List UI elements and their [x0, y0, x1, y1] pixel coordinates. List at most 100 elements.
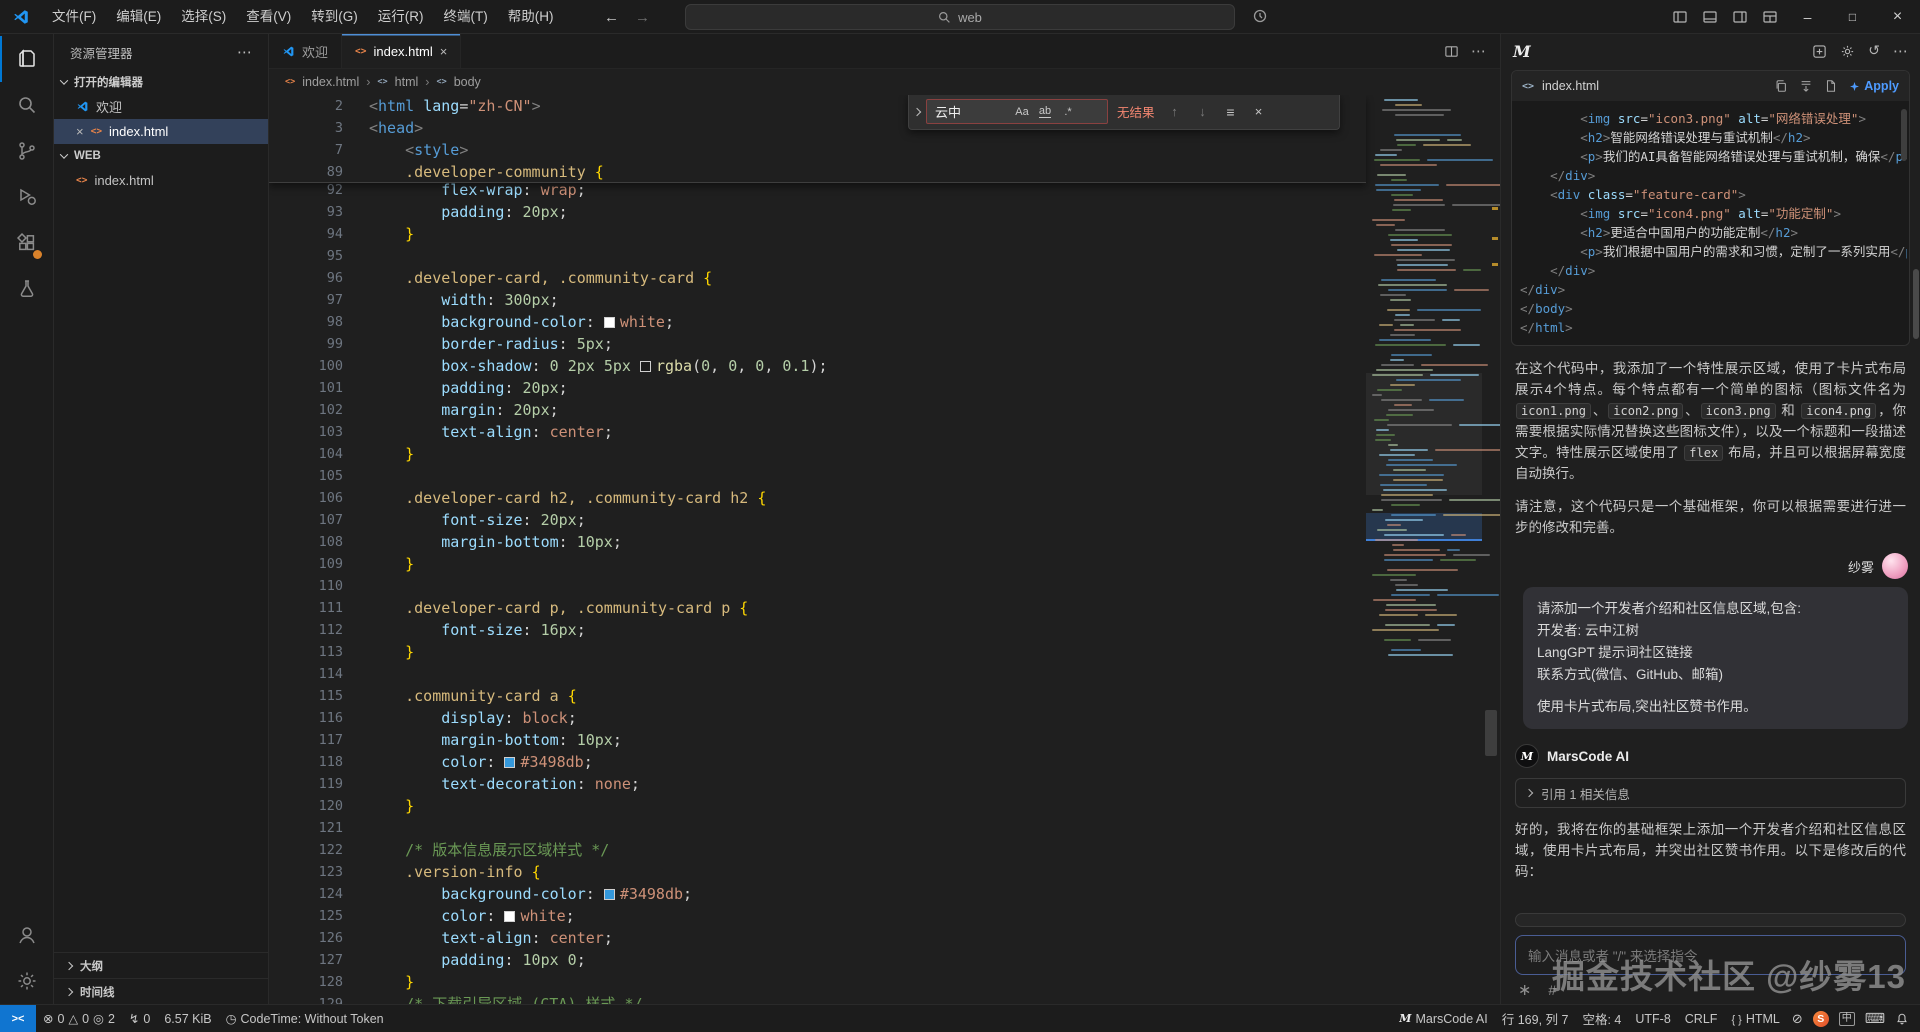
command-center-search[interactable]: web	[685, 4, 1235, 30]
indentation[interactable]: 空格: 4	[1575, 1005, 1628, 1032]
outline-section[interactable]: 大纲	[54, 952, 268, 978]
open-editors-header[interactable]: 打开的编辑器	[54, 70, 268, 94]
collapsed-code-bar[interactable]	[1515, 913, 1906, 927]
editor-more-icon[interactable]	[1471, 42, 1486, 61]
forward-button[interactable]	[635, 9, 650, 26]
code-line[interactable]: 115 .community-card a {	[269, 685, 1500, 707]
find-input[interactable]	[935, 104, 1009, 119]
code-line[interactable]: 111 .developer-card p, .community-card p…	[269, 597, 1500, 619]
notifications[interactable]	[1890, 1005, 1914, 1032]
code-line[interactable]: 89 .developer-community {	[269, 161, 1366, 183]
maximize-button[interactable]	[1830, 0, 1875, 34]
color-swatch[interactable]	[504, 757, 515, 768]
code-line[interactable]: 124 background-color: #3498db;	[269, 883, 1500, 905]
close-find-icon[interactable]	[1248, 101, 1270, 123]
language-mode[interactable]: HTML	[1724, 1005, 1786, 1032]
code-line[interactable]: 97 width: 300px;	[269, 289, 1500, 311]
code-line[interactable]: 110	[269, 575, 1500, 597]
back-button[interactable]	[604, 9, 619, 26]
file-index-html[interactable]: index.html	[54, 168, 268, 193]
color-swatch[interactable]	[504, 911, 515, 922]
tab-index-html[interactable]: index.html	[342, 34, 461, 68]
code-line[interactable]: 116 display: block;	[269, 707, 1500, 729]
whole-word-icon[interactable]	[1035, 102, 1055, 122]
extensions-icon[interactable]	[0, 220, 54, 266]
code-line[interactable]: 113 }	[269, 641, 1500, 663]
tab-welcome[interactable]: 欢迎	[269, 34, 342, 68]
testing-flask-icon[interactable]	[0, 266, 54, 312]
open-editor-index-html[interactable]: index.html	[54, 119, 268, 144]
match-case-icon[interactable]	[1012, 102, 1032, 122]
code-line[interactable]: 94 }	[269, 223, 1500, 245]
search-settings-icon[interactable]	[1252, 8, 1268, 24]
more-icon[interactable]	[1893, 42, 1908, 61]
search-sidebar-icon[interactable]	[0, 82, 54, 128]
menu-item-7[interactable]: 帮助(H)	[498, 0, 564, 34]
sync-status[interactable]	[1787, 1005, 1808, 1032]
code-line[interactable]: 129 /* 下载引导区域 (CTA) 样式 */	[269, 993, 1500, 1004]
menu-item-5[interactable]: 运行(R)	[368, 0, 434, 34]
code-scrollbar-thumb[interactable]	[1901, 109, 1907, 161]
explorer-icon[interactable]	[0, 36, 54, 82]
marscode-status[interactable]: MarsCode AI	[1392, 1005, 1494, 1032]
menu-item-2[interactable]: 选择(S)	[171, 0, 236, 34]
source-control-icon[interactable]	[0, 128, 54, 174]
reference-toggle[interactable]: 引用 1 相关信息	[1515, 778, 1906, 808]
timeline-section[interactable]: 时间线	[54, 978, 268, 1004]
new-file-icon[interactable]	[1824, 79, 1838, 93]
code-editor[interactable]: 92 flex-wrap: wrap;93 padding: 20px;94 }…	[269, 95, 1500, 1004]
code-line[interactable]: 99 border-radius: 5px;	[269, 333, 1500, 355]
code-line[interactable]: 121	[269, 817, 1500, 839]
code-line[interactable]: 122 /* 版本信息展示区域样式 */	[269, 839, 1500, 861]
open-editor-welcome[interactable]: 欢迎	[54, 94, 268, 119]
code-line[interactable]: 114	[269, 663, 1500, 685]
code-line[interactable]: 119 text-decoration: none;	[269, 773, 1500, 795]
code-line[interactable]: 106 .developer-card h2, .community-card …	[269, 487, 1500, 509]
code-line[interactable]: 128 }	[269, 971, 1500, 993]
find-in-selection-icon[interactable]	[1220, 101, 1242, 123]
close-tab-icon[interactable]	[440, 44, 448, 59]
toggle-replace-icon[interactable]	[913, 107, 921, 115]
close-button[interactable]	[1875, 0, 1920, 34]
code-line[interactable]: 100 box-shadow: 0 2px 5px rgba(0, 0, 0, …	[269, 355, 1500, 377]
menu-item-1[interactable]: 编辑(E)	[106, 0, 171, 34]
split-editor-icon[interactable]	[1444, 44, 1459, 59]
regex-icon[interactable]	[1058, 102, 1078, 122]
code-line[interactable]: 95	[269, 245, 1500, 267]
close-editor-icon[interactable]	[76, 124, 84, 139]
codetime-indicator[interactable]: CodeTime: Without Token	[219, 1005, 391, 1032]
code-line[interactable]: 96 .developer-card, .community-card {	[269, 267, 1500, 289]
breadcrumb-item[interactable]: html	[395, 75, 419, 89]
code-line[interactable]: 101 padding: 20px;	[269, 377, 1500, 399]
code-line[interactable]: 123 .version-info {	[269, 861, 1500, 883]
copy-icon[interactable]	[1774, 79, 1788, 93]
code-line[interactable]: 112 font-size: 16px;	[269, 619, 1500, 641]
keyboard-indicator[interactable]	[1860, 1005, 1890, 1032]
breadcrumb-item[interactable]: body	[454, 75, 481, 89]
panel-scrollbar-thumb[interactable]	[1913, 269, 1919, 339]
color-swatch[interactable]	[604, 317, 615, 328]
apply-button[interactable]: Apply	[1849, 79, 1899, 93]
find-previous-icon[interactable]	[1164, 101, 1186, 123]
ime-indicator[interactable]: 中	[1834, 1005, 1860, 1032]
code-line[interactable]: 98 background-color: white;	[269, 311, 1500, 333]
customize-layout-icon[interactable]	[1755, 0, 1785, 34]
code-line[interactable]: 118 color: #3498db;	[269, 751, 1500, 773]
toggle-primary-sidebar-icon[interactable]	[1665, 0, 1695, 34]
history-icon[interactable]	[1868, 42, 1880, 60]
code-line[interactable]: 102 margin: 20px;	[269, 399, 1500, 421]
cursor-position[interactable]: 行 169, 列 7	[1495, 1005, 1576, 1032]
code-line[interactable]: 103 text-align: center;	[269, 421, 1500, 443]
toggle-panel-icon[interactable]	[1695, 0, 1725, 34]
code-line[interactable]: 117 margin-bottom: 10px;	[269, 729, 1500, 751]
code-line[interactable]: 120 }	[269, 795, 1500, 817]
code-line[interactable]: 127 padding: 10px 0;	[269, 949, 1500, 971]
zap-indicator[interactable]: 0	[122, 1005, 157, 1032]
breadcrumb-item[interactable]: index.html	[302, 75, 359, 89]
remote-indicator[interactable]	[0, 1005, 36, 1032]
insert-icon[interactable]	[1799, 79, 1813, 93]
gear-icon[interactable]	[1840, 44, 1855, 59]
scrollbar-thumb[interactable]	[1485, 710, 1497, 756]
problems-indicator[interactable]: 0 0 2	[36, 1005, 122, 1032]
new-chat-icon[interactable]	[1812, 44, 1827, 59]
